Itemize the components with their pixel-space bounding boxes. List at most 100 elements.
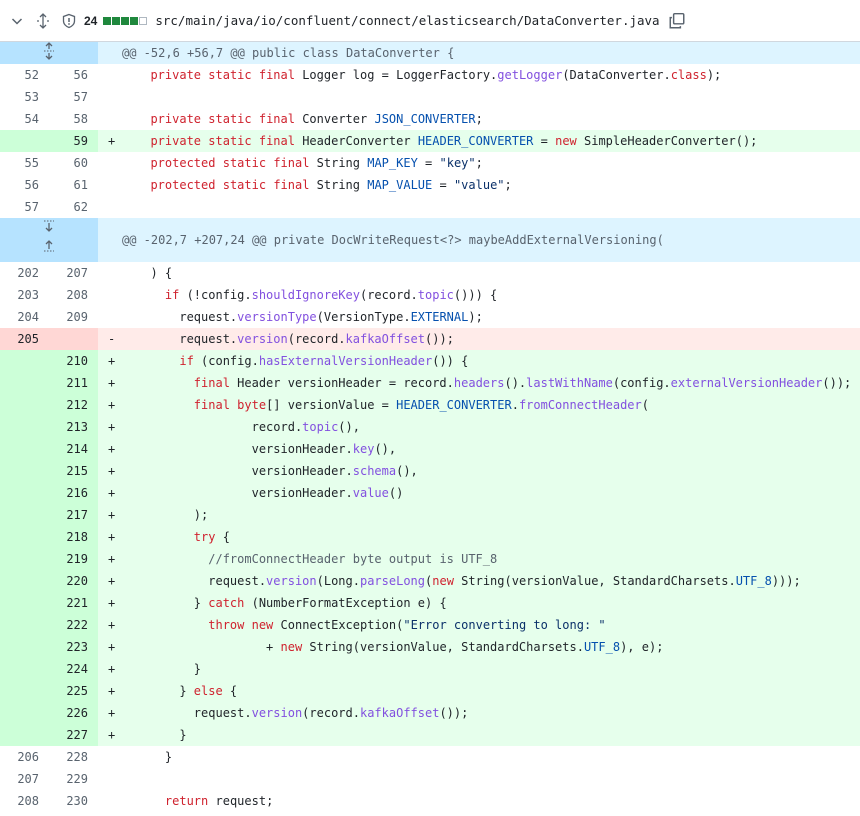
code-line [136, 196, 860, 218]
diff-sign: + [98, 416, 136, 438]
old-line-number[interactable]: 202 [0, 262, 49, 284]
code-line [136, 768, 860, 790]
new-line-number[interactable]: 219 [49, 548, 98, 570]
code-line: final Header versionHeader = record.head… [136, 372, 860, 394]
old-line-number[interactable]: 57 [0, 196, 49, 218]
new-line-number[interactable]: 225 [49, 680, 98, 702]
new-line-number[interactable]: 214 [49, 438, 98, 460]
old-line-number[interactable] [0, 394, 49, 416]
diff-line-context: 55 60 protected static final String MAP_K… [0, 152, 860, 174]
new-line-number[interactable]: 60 [49, 152, 98, 174]
new-line-number[interactable]: 224 [49, 658, 98, 680]
code-line: private static final Converter JSON_CONV… [150, 112, 483, 126]
diff-sign [98, 790, 136, 812]
old-line-number[interactable]: 54 [0, 108, 49, 130]
code-line: request.version(record.kafkaOffset()); [136, 702, 860, 724]
new-line-number[interactable]: 210 [49, 350, 98, 372]
old-line-number[interactable]: 53 [0, 86, 49, 108]
old-line-number[interactable] [0, 592, 49, 614]
new-line-number[interactable]: 59 [49, 130, 98, 152]
old-line-number[interactable] [0, 372, 49, 394]
hunk-header: @@ -202,7 +207,24 @@ private DocWriteReq… [0, 218, 860, 262]
new-line-number[interactable]: 57 [49, 86, 98, 108]
old-line-number[interactable]: 56 [0, 174, 49, 196]
old-line-number[interactable]: 203 [0, 284, 49, 306]
diff-sign: + [98, 592, 136, 614]
old-line-number[interactable] [0, 504, 49, 526]
copy-icon[interactable] [668, 12, 686, 30]
diff-sign: + [98, 350, 136, 372]
old-line-number[interactable] [0, 548, 49, 570]
new-line-number[interactable]: 62 [49, 196, 98, 218]
diff-line-added: 210 + if (config.hasExternalVersionHeader… [0, 350, 860, 372]
diff-sign: + [98, 130, 136, 152]
old-line-number[interactable] [0, 416, 49, 438]
new-line-number[interactable]: 226 [49, 702, 98, 724]
old-line-number[interactable] [0, 570, 49, 592]
new-line-number[interactable]: 209 [49, 306, 98, 328]
diff-line-added: 215 + versionHeader.schema(), [0, 460, 860, 482]
diff-line-added: 227 + } [0, 724, 860, 746]
diff-sign: + [98, 394, 136, 416]
diff-line-added: 224 + } [0, 658, 860, 680]
chevron-down-icon[interactable] [8, 12, 26, 30]
old-line-number[interactable] [0, 636, 49, 658]
old-line-number[interactable] [0, 526, 49, 548]
code-line: if (!config.shouldIgnoreKey(record.topic… [164, 288, 498, 302]
diff-sign: + [98, 548, 136, 570]
new-line-number[interactable]: 220 [49, 570, 98, 592]
old-line-number[interactable]: 205 [0, 328, 49, 350]
new-line-number[interactable]: 218 [49, 526, 98, 548]
new-line-number[interactable]: 61 [49, 174, 98, 196]
new-line-number[interactable]: 221 [49, 592, 98, 614]
new-line-number[interactable]: 213 [49, 416, 98, 438]
old-line-number[interactable] [0, 460, 49, 482]
old-line-number[interactable] [0, 350, 49, 372]
expand-lines-button[interactable] [0, 218, 98, 262]
old-line-number[interactable] [0, 658, 49, 680]
new-line-number[interactable]: 207 [49, 262, 98, 284]
old-line-number[interactable] [0, 680, 49, 702]
new-line-number[interactable]: 227 [49, 724, 98, 746]
old-line-number[interactable]: 204 [0, 306, 49, 328]
new-line-number[interactable]: 215 [49, 460, 98, 482]
diff-line-added: 218 + try { [0, 526, 860, 548]
old-line-number[interactable]: 208 [0, 790, 49, 812]
expand-all-icon[interactable] [34, 12, 52, 30]
code-line: return request; [164, 794, 274, 808]
old-line-number[interactable] [0, 130, 49, 152]
old-line-number[interactable] [0, 482, 49, 504]
new-line-number[interactable]: 58 [49, 108, 98, 130]
old-line-number[interactable] [0, 702, 49, 724]
new-line-number[interactable]: 56 [49, 64, 98, 86]
diff-sign [98, 64, 136, 86]
new-line-number[interactable]: 230 [49, 790, 98, 812]
new-line-number[interactable]: 229 [49, 768, 98, 790]
new-line-number[interactable]: 216 [49, 482, 98, 504]
diff-sign: + [98, 614, 136, 636]
diff-sign: + [98, 724, 136, 746]
diff-line-context: 52 56 private static final Logger log = L… [0, 64, 860, 86]
diff-sign: + [98, 526, 136, 548]
expand-arrows-icon [0, 42, 98, 60]
old-line-number[interactable] [0, 724, 49, 746]
new-line-number[interactable]: 208 [49, 284, 98, 306]
old-line-number[interactable] [0, 438, 49, 460]
hunk-text: @@ -52,6 +56,7 @@ public class DataConve… [98, 42, 860, 64]
old-line-number[interactable] [0, 614, 49, 636]
old-line-number[interactable]: 206 [0, 746, 49, 768]
new-line-number[interactable]: 212 [49, 394, 98, 416]
file-path[interactable]: src/main/java/io/confluent/connect/elast… [155, 13, 659, 28]
new-line-number[interactable] [49, 328, 98, 350]
old-line-number[interactable]: 207 [0, 768, 49, 790]
old-line-number[interactable]: 52 [0, 64, 49, 86]
new-line-number[interactable]: 228 [49, 746, 98, 768]
new-line-number[interactable]: 223 [49, 636, 98, 658]
new-line-number[interactable]: 222 [49, 614, 98, 636]
old-line-number[interactable]: 55 [0, 152, 49, 174]
expand-lines-button[interactable] [0, 42, 98, 64]
new-line-number[interactable]: 217 [49, 504, 98, 526]
new-line-number[interactable]: 211 [49, 372, 98, 394]
diff-line-added: 226 + request.version(record.kafkaOffset(… [0, 702, 860, 724]
code-line: + new String(versionValue, StandardChars… [136, 636, 860, 658]
